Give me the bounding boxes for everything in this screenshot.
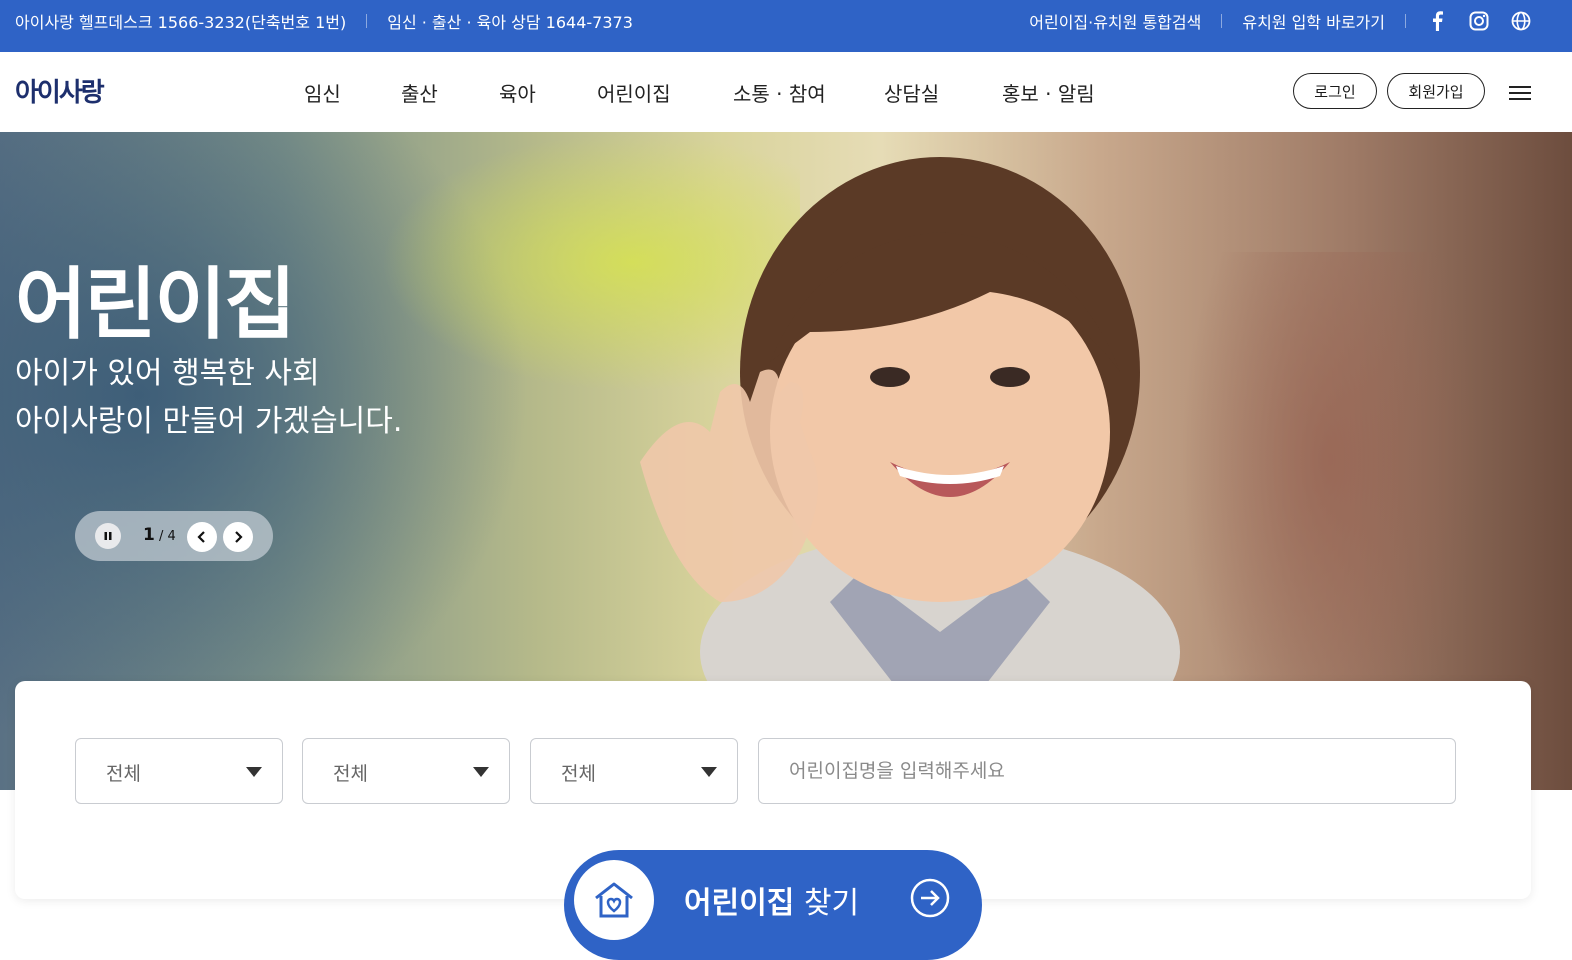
integrated-search-link[interactable]: 어린이집·유치원 통합검색 [1029, 9, 1201, 33]
helpdesk-info: 아이사랑 헬프데스크 1566-3232(단축번호 1번) [15, 13, 347, 32]
utility-bar-right: 어린이집·유치원 통합검색 유치원 입학 바로가기 [1029, 0, 1532, 42]
slide-counter: 1 / 4 [143, 525, 176, 545]
hero-title: 어린이집 [15, 260, 296, 350]
find-label-rest: 찾기 [794, 886, 860, 921]
house-heart-icon [574, 860, 654, 940]
nav-pregnancy[interactable]: 임신 [304, 78, 341, 107]
caret-down-icon [701, 767, 717, 777]
nav-birth[interactable]: 출산 [401, 78, 438, 107]
pause-button[interactable] [95, 523, 121, 549]
divider [366, 14, 368, 28]
type-select[interactable]: 전체 [530, 738, 738, 804]
slide-current: 1 [143, 525, 155, 545]
hero-child-photo [640, 157, 1180, 692]
nav-daycare[interactable]: 어린이집 [597, 78, 671, 107]
chevron-right-icon [235, 531, 243, 543]
next-slide-button[interactable] [223, 522, 253, 552]
globe-icon[interactable] [1510, 10, 1532, 32]
login-button[interactable]: 로그인 [1293, 73, 1377, 109]
select-value: 전체 [333, 763, 368, 785]
prev-slide-button[interactable] [187, 522, 217, 552]
utility-bar: 아이사랑 헬프데스크 1566-3232(단축번호 1번) 임신 · 출산 · … [0, 0, 1572, 52]
hero-subtitle-line: 아이사랑이 만들어 가겠습니다. [15, 404, 403, 439]
caret-down-icon [473, 767, 489, 777]
hero-subtitle: 아이가 있어 행복한 사회 아이사랑이 만들어 가겠습니다. [15, 350, 402, 446]
chevron-left-icon [197, 531, 205, 543]
hero-subtitle-line: 아이가 있어 행복한 사회 [15, 356, 320, 391]
nav-counseling[interactable]: 상담실 [884, 78, 939, 107]
pause-icon [104, 532, 112, 540]
find-daycare-button[interactable]: 어린이집 찾기 [564, 850, 982, 960]
signup-button[interactable]: 회원가입 [1387, 73, 1485, 109]
consult-info: 임신 · 출산 · 육아 상담 1644-7373 [387, 13, 633, 32]
select-value: 전체 [561, 763, 596, 785]
hamburger-menu-icon[interactable] [1509, 84, 1531, 102]
nav-communication[interactable]: 소통 · 참여 [733, 78, 826, 107]
slider-controls: 1 / 4 [75, 511, 273, 561]
daycare-name-input[interactable] [758, 738, 1456, 804]
arrow-right-circle-icon [910, 878, 950, 918]
caret-down-icon [246, 767, 262, 777]
region-select-2[interactable]: 전체 [302, 738, 510, 804]
kindergarten-admission-link[interactable]: 유치원 입학 바로가기 [1242, 9, 1385, 33]
instagram-icon[interactable] [1468, 10, 1490, 32]
divider [1405, 14, 1406, 28]
facebook-icon[interactable] [1426, 10, 1448, 32]
find-label-bold: 어린이집 [684, 886, 795, 921]
find-daycare-label: 어린이집 찾기 [684, 878, 859, 922]
region-select-1[interactable]: 전체 [75, 738, 283, 804]
slide-total: 4 [167, 529, 176, 544]
nav-promotion[interactable]: 홍보 · 알림 [1002, 78, 1095, 107]
select-value: 전체 [106, 763, 141, 785]
main-header: 아이사랑 임신 출산 육아 어린이집 소통 · 참여 상담실 홍보 · 알림 로… [0, 52, 1572, 132]
utility-bar-left: 아이사랑 헬프데스크 1566-3232(단축번호 1번) 임신 · 출산 · … [15, 0, 633, 42]
divider [1221, 14, 1223, 28]
nav-parenting[interactable]: 육아 [499, 78, 536, 107]
